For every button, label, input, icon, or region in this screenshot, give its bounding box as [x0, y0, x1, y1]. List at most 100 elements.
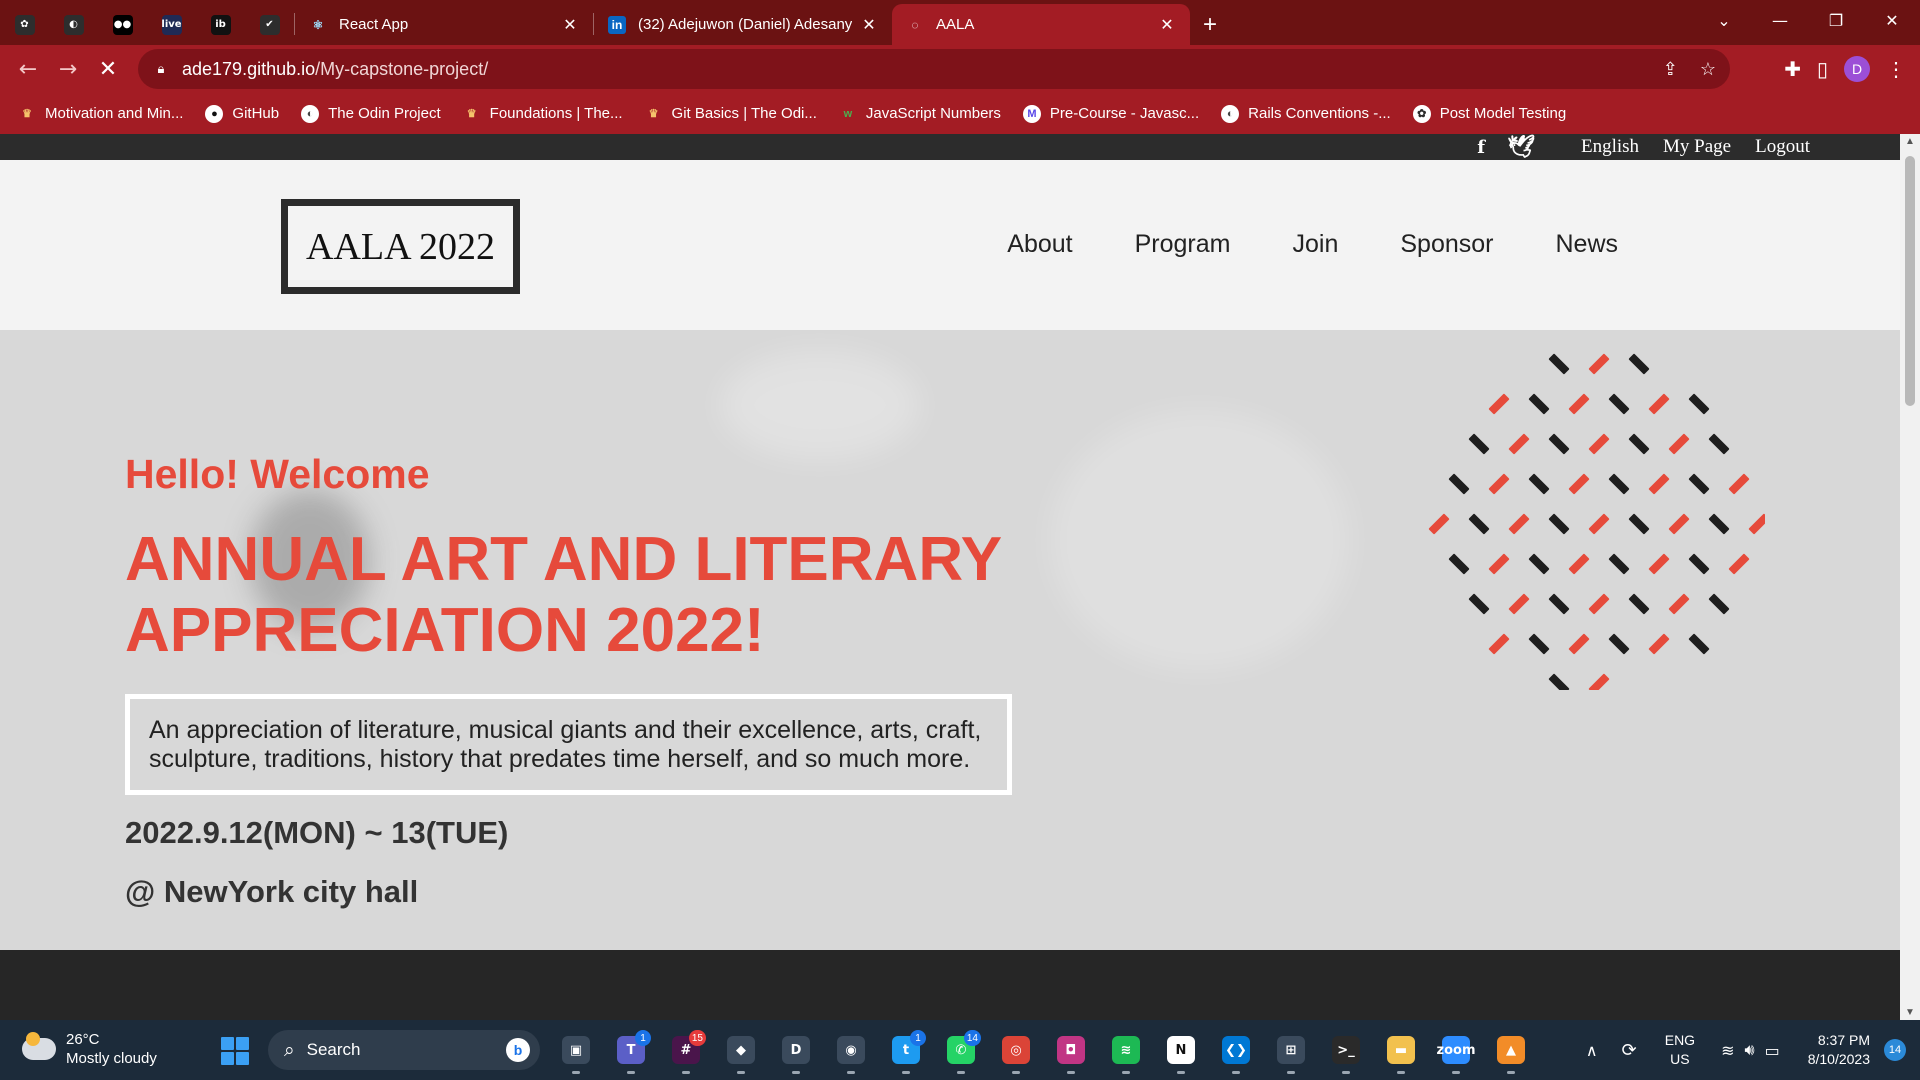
- bookmark-item[interactable]: M Pre-Course - Javasc...: [1022, 104, 1199, 123]
- new-tab-button[interactable]: +: [1190, 4, 1230, 45]
- sync-icon[interactable]: ⟳: [1622, 1040, 1637, 1061]
- nav-news[interactable]: News: [1555, 230, 1618, 259]
- tab[interactable]: ⚛ React App ✕: [295, 4, 593, 45]
- nav-sponsor[interactable]: Sponsor: [1400, 230, 1493, 259]
- tab-active[interactable]: ◌ AALA ✕: [892, 4, 1190, 45]
- bookmark-item[interactable]: ♛ Foundations | The...: [462, 104, 623, 123]
- pattern-dash: [1648, 393, 1670, 415]
- browser-menu-icon[interactable]: ⋮: [1886, 57, 1906, 82]
- pattern-dash: [1568, 633, 1590, 655]
- windows-taskbar: 26°C Mostly cloudy ⌕ Search b ▣ T 1 #15 ◆ D ◉ t…: [0, 1020, 1920, 1080]
- taskbar-app-store[interactable]: ⊞: [1271, 1030, 1311, 1074]
- tab[interactable]: in (32) Adejuwon (Daniel) Adesanya ✕: [594, 4, 892, 45]
- taskbar-app-notion[interactable]: N: [1161, 1030, 1201, 1074]
- taskbar-app-whatsapp[interactable]: ✆ 14: [941, 1030, 981, 1074]
- pinned-tab[interactable]: live: [147, 4, 196, 45]
- address-bar[interactable]: 🔒︎ ade179.github.io/My-capstone-project/…: [138, 49, 1730, 89]
- share-icon[interactable]: ⇪: [1663, 59, 1678, 80]
- nav-program[interactable]: Program: [1135, 230, 1231, 259]
- bookmark-item[interactable]: w JavaScript Numbers: [838, 104, 1001, 123]
- restore-button[interactable]: ❐: [1808, 11, 1864, 30]
- bing-icon[interactable]: b: [506, 1038, 530, 1062]
- taskbar-app-vscode[interactable]: ❮❯: [1216, 1030, 1256, 1074]
- pinned-tab[interactable]: ●●: [98, 4, 147, 45]
- lock-icon[interactable]: 🔒︎: [152, 60, 170, 78]
- site-header: AALA 2022 About Program Join Sponsor New…: [0, 160, 1900, 330]
- close-tab-icon[interactable]: ✕: [860, 15, 878, 35]
- weather-widget[interactable]: 26°C Mostly cloudy: [22, 1030, 157, 1068]
- link-english[interactable]: English: [1581, 136, 1639, 158]
- url-text[interactable]: ade179.github.io/My-capstone-project/: [182, 59, 488, 80]
- scroll-down-arrow[interactable]: ▼: [1900, 1007, 1920, 1018]
- nav-join[interactable]: Join: [1292, 230, 1338, 259]
- pinned-tab[interactable]: ✿: [0, 4, 49, 45]
- tab-title: AALA: [936, 16, 975, 33]
- back-button[interactable]: ←: [8, 49, 48, 89]
- taskbar-app-chrome[interactable]: ◎: [996, 1030, 1036, 1074]
- clock[interactable]: 8:37 PM 8/10/2023: [1808, 1031, 1870, 1069]
- taskbar-app-instagram[interactable]: ◘: [1051, 1030, 1091, 1074]
- taskbar-app-slack[interactable]: #15: [666, 1030, 706, 1074]
- pattern-dash: [1568, 553, 1590, 575]
- bookmark-star-icon[interactable]: ☆: [1700, 59, 1716, 80]
- git-icon: ◆: [727, 1036, 755, 1064]
- taskbar-app-zoom[interactable]: zoom: [1436, 1030, 1476, 1074]
- link-my-page[interactable]: My Page: [1663, 136, 1731, 158]
- pattern-dash: [1528, 633, 1550, 655]
- volume-icon[interactable]: 🔊︎: [1744, 1040, 1754, 1060]
- nav-about[interactable]: About: [1007, 230, 1072, 259]
- pattern-dash: [1588, 673, 1610, 690]
- taskbar-app-terminal[interactable]: >_: [1326, 1030, 1366, 1074]
- taskbar-app-camera[interactable]: ◉: [831, 1030, 871, 1074]
- pinned-tab[interactable]: ib: [196, 4, 245, 45]
- notification-badge[interactable]: 14: [1884, 1039, 1906, 1061]
- page-scrollbar[interactable]: ▲ ▼: [1900, 134, 1920, 1020]
- taskbar-app-explorer[interactable]: ▬: [1381, 1030, 1421, 1074]
- facebook-icon[interactable]: f: [1477, 137, 1485, 158]
- pattern-dash: [1648, 553, 1670, 575]
- side-panel-icon[interactable]: ▯: [1817, 57, 1828, 82]
- odin-icon: ♛: [644, 104, 663, 123]
- taskbar-app-dell[interactable]: D: [776, 1030, 816, 1074]
- running-indicator: [682, 1071, 690, 1074]
- language-indicator[interactable]: ENG US: [1665, 1031, 1695, 1069]
- close-window-button[interactable]: ✕: [1864, 11, 1920, 30]
- bookmark-item[interactable]: ◐ The Odin Project: [301, 104, 441, 123]
- forward-button[interactable]: →: [48, 49, 88, 89]
- taskbar-search[interactable]: ⌕ Search b: [268, 1030, 540, 1070]
- stop-loading-button[interactable]: ✕: [88, 49, 128, 89]
- taskbar-app-teams[interactable]: T1: [611, 1030, 651, 1074]
- scroll-up-arrow[interactable]: ▲: [1900, 136, 1920, 147]
- app-badge: 14: [963, 1030, 981, 1046]
- link-logout[interactable]: Logout: [1755, 136, 1810, 158]
- tab-search-icon[interactable]: ⌄: [1696, 11, 1752, 30]
- profile-avatar[interactable]: D: [1844, 56, 1870, 82]
- bookmark-item[interactable]: ✿ Post Model Testing: [1412, 104, 1566, 123]
- pattern-dash: [1448, 473, 1470, 495]
- taskbar-app-vlc[interactable]: ▲: [1491, 1030, 1531, 1074]
- show-hidden-icons-chevron-icon[interactable]: ∧: [1586, 1041, 1598, 1060]
- battery-icon[interactable]: ▭: [1765, 1041, 1780, 1060]
- scrollbar-thumb[interactable]: [1905, 156, 1915, 406]
- bookmark-item[interactable]: ● GitHub: [205, 104, 279, 123]
- pattern-dash: [1508, 433, 1530, 455]
- site-logo[interactable]: AALA 2022: [281, 199, 520, 294]
- start-button[interactable]: [221, 1037, 249, 1065]
- wifi-icon[interactable]: ≋: [1721, 1041, 1734, 1060]
- taskbar-app-twitter[interactable]: t1: [886, 1030, 926, 1074]
- pinned-tab[interactable]: ◐: [49, 4, 98, 45]
- taskbar-app-task-view[interactable]: ▣: [556, 1030, 596, 1074]
- twitter-icon[interactable]: 🕊︎: [1507, 134, 1535, 160]
- close-tab-icon[interactable]: ✕: [561, 15, 579, 35]
- vlc-icon: ▲: [1497, 1036, 1525, 1064]
- close-tab-icon[interactable]: ✕: [1158, 15, 1176, 35]
- taskbar-app-spotify[interactable]: ≋: [1106, 1030, 1146, 1074]
- taskbar-app-git[interactable]: ◆: [721, 1030, 761, 1074]
- extensions-puzzle-icon[interactable]: ✚: [1784, 57, 1801, 82]
- bookmark-item[interactable]: ◐ Rails Conventions -...: [1221, 104, 1391, 123]
- bookmark-item[interactable]: ♛ Motivation and Min...: [18, 104, 183, 123]
- pinned-tab[interactable]: ✔: [245, 4, 294, 45]
- pattern-dash: [1528, 393, 1550, 415]
- bookmark-item[interactable]: ♛ Git Basics | The Odi...: [644, 104, 817, 123]
- minimize-button[interactable]: —: [1752, 11, 1808, 30]
